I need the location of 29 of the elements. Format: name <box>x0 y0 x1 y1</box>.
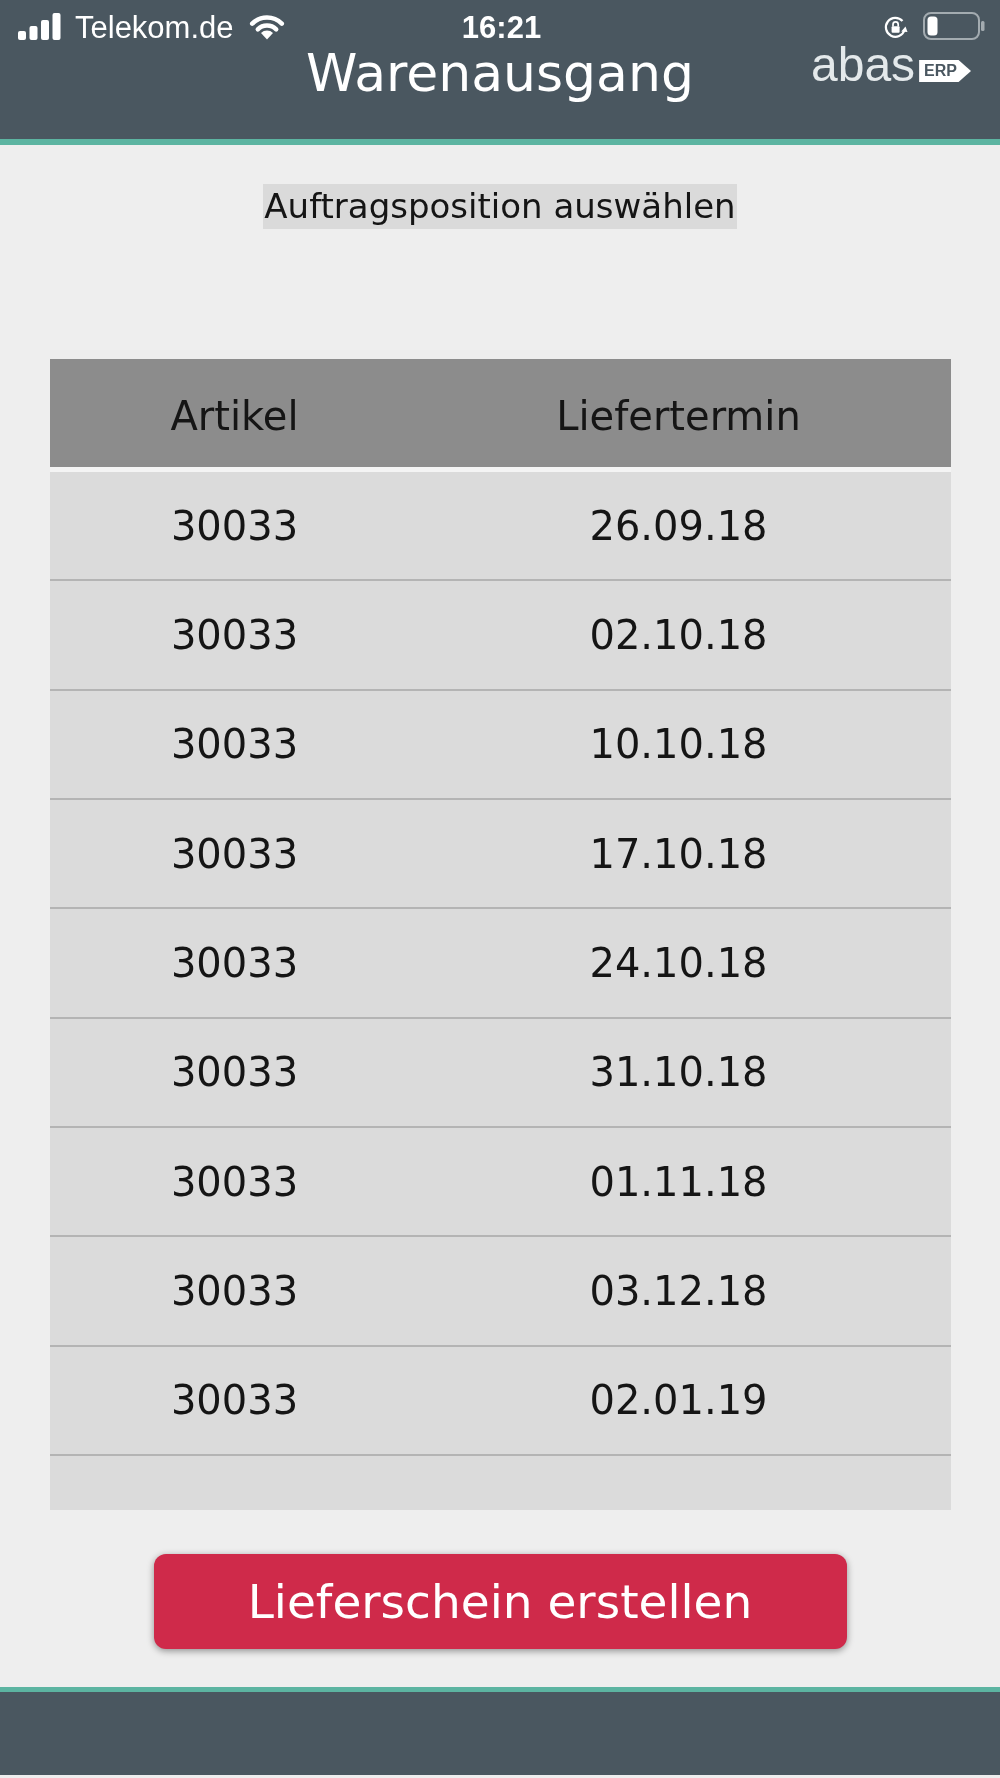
clock-time: 16:21 <box>461 12 542 45</box>
table-cell: 30033 <box>170 1158 299 1205</box>
table-cell: 30033 <box>170 830 299 877</box>
battery-icon <box>923 12 985 40</box>
table-cell: 30033 <box>170 1377 299 1424</box>
signal-icon <box>18 13 61 40</box>
column-header: Liefertermin <box>556 393 801 439</box>
rotation-lock-icon <box>883 15 908 40</box>
table-cell: 30033 <box>170 939 299 986</box>
table-cell: 03.12.18 <box>589 1267 768 1314</box>
instruction-label: Auftragsposition auswählen <box>263 184 737 229</box>
table-cell: 30033 <box>170 1267 299 1314</box>
table-cell: 30033 <box>170 502 299 549</box>
logo-badge: ERP <box>919 60 971 82</box>
table-cell: 31.10.18 <box>589 1049 768 1096</box>
column-header: Artikel <box>170 393 299 439</box>
table-cell: 30033 <box>170 1049 299 1096</box>
table-cell: 26.09.18 <box>589 502 768 549</box>
logo-wordmark: abas <box>811 41 916 89</box>
create-delivery-note-button[interactable]: Lieferschein erstellen <box>153 1554 847 1649</box>
table-cell: 10.10.18 <box>589 721 768 768</box>
table-cell: 02.10.18 <box>589 612 768 658</box>
table-cell: 30033 <box>170 612 299 658</box>
table-cell: 30033 <box>170 721 299 768</box>
table-cell: 24.10.18 <box>589 939 768 986</box>
table-cell: 02.01.19 <box>589 1377 768 1424</box>
table-cell: 01.11.18 <box>589 1158 768 1205</box>
carrier-name: Telekom.de <box>75 12 234 43</box>
table-cell: 17.10.18 <box>589 830 768 877</box>
